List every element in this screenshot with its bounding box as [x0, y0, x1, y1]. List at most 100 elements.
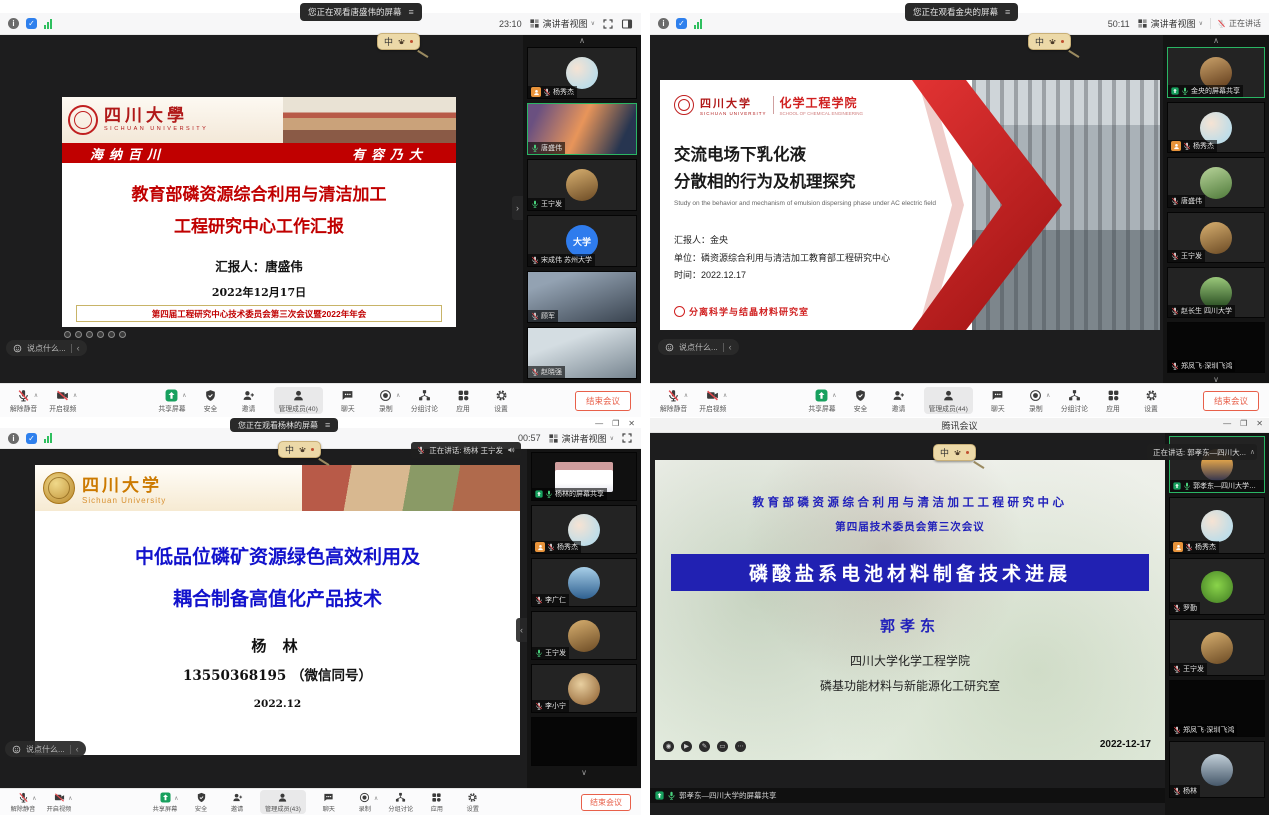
participant-tile[interactable]: 金央的屏幕共享 [1167, 47, 1265, 98]
strip-collapse-handle[interactable]: ‹ [516, 618, 527, 642]
participant-tile[interactable] [531, 717, 637, 766]
participant-tile[interactable]: 顾军 [527, 271, 637, 323]
toolbar-button[interactable]: 安全 [188, 792, 214, 813]
toolbar-button[interactable]: 安全 [198, 389, 224, 413]
toolbar-button[interactable]: ∧ 共享屏幕 [158, 389, 185, 413]
fullscreen-button[interactable] [621, 432, 633, 444]
toolbar-button[interactable]: ∧ 解除静音 [660, 389, 687, 413]
end-meeting-button[interactable]: 结束会议 [575, 391, 631, 411]
strip-collapse-handle[interactable]: › [512, 196, 523, 220]
toolbar-button[interactable]: ∧ 共享屏幕 [152, 792, 178, 813]
participant-tile[interactable]: 唐盛伟 [1167, 157, 1265, 208]
collapse-chat-icon[interactable]: ‹ [76, 744, 79, 754]
toolbar-button[interactable]: 分组讨论 [1061, 389, 1088, 413]
maximize-button[interactable]: ❐ [1240, 419, 1247, 428]
toolbar-button[interactable]: 聊天 [335, 389, 361, 413]
watching-screen-banner[interactable]: 您正在观看唐盛伟的屏幕 ≡ [300, 3, 422, 21]
watching-screen-banner[interactable]: 您正在观看杨林的屏幕 ≡ [230, 418, 338, 432]
toolbar-button[interactable]: ∧ 开启视频 [49, 389, 76, 413]
toolbar-button[interactable]: ∧ 录制 [373, 389, 399, 413]
meeting-security-icon[interactable]: ✓ [676, 18, 687, 29]
participant-tile[interactable]: 李广仁 [531, 558, 637, 607]
participant-tile[interactable]: 唐盛伟 [527, 103, 637, 155]
toolbar-button[interactable]: 安全 [848, 389, 874, 413]
participant-tile[interactable]: 王宁发 [1167, 212, 1265, 263]
toolbar-button[interactable]: ∧ 录制 [352, 792, 378, 813]
meeting-info-icon[interactable]: i [8, 18, 19, 29]
participant-tile[interactable]: 罗勤 [1169, 558, 1265, 615]
meeting-info-icon[interactable]: i [658, 18, 669, 29]
participant-tile[interactable]: 杨林 [1169, 741, 1265, 798]
scroll-up-icon[interactable]: ∧ [527, 34, 637, 47]
participant-tile[interactable]: 王宁发 [531, 611, 637, 660]
chevron-up-icon[interactable]: ∧ [1250, 448, 1255, 456]
dropdown-caret-icon[interactable]: ∧ [182, 392, 186, 399]
close-button[interactable]: ✕ [628, 419, 635, 428]
end-meeting-button[interactable]: 结束会议 [1203, 391, 1259, 411]
meeting-info-icon[interactable]: i [8, 433, 19, 444]
toolbar-button[interactable]: 分组讨论 [388, 792, 414, 813]
minimize-button[interactable]: — [1223, 419, 1231, 428]
toolbar-button[interactable]: 聊天 [985, 389, 1011, 413]
toolbar-button[interactable]: 聊天 [316, 792, 342, 813]
view-mode-button[interactable]: 演讲者视图∨ [1137, 17, 1203, 30]
dropdown-caret-icon[interactable]: ∧ [174, 795, 178, 802]
participant-tile[interactable]: 大学 宋成伟 苏州大学 [527, 215, 637, 267]
toolbar-button[interactable]: 分组讨论 [411, 389, 438, 413]
dropdown-caret-icon[interactable]: ∧ [684, 392, 688, 399]
dropdown-caret-icon[interactable]: ∧ [374, 795, 378, 802]
ime-toolbar[interactable]: 中 [278, 441, 321, 458]
dropdown-caret-icon[interactable]: ∧ [68, 795, 72, 802]
toolbar-button[interactable]: 应用 [450, 389, 476, 413]
toolbar-button[interactable]: 设置 [488, 389, 514, 413]
participant-tile[interactable]: 郑凤飞·深圳飞鸿 [1169, 680, 1265, 737]
fullscreen-button[interactable] [602, 18, 614, 30]
quick-chat-pill[interactable]: 说点什么... ‹ [658, 339, 739, 355]
ime-toolbar[interactable]: 中 [933, 444, 976, 461]
dropdown-caret-icon[interactable]: ∧ [73, 392, 77, 399]
participant-tile[interactable]: 杨秀杰 [527, 47, 637, 99]
meeting-security-icon[interactable]: ✓ [26, 433, 37, 444]
ime-toolbar[interactable]: 中 [1028, 33, 1071, 50]
toolbar-button[interactable]: 邀请 [224, 792, 250, 813]
toolbar-button[interactable]: 设置 [1138, 389, 1164, 413]
minimize-button[interactable]: — [595, 419, 603, 428]
layout-button[interactable] [621, 18, 633, 30]
participant-tile[interactable]: 郑凤飞·深圳飞鸿 [1167, 322, 1265, 373]
toolbar-button[interactable]: 应用 [424, 792, 450, 813]
toolbar-button[interactable]: ∧ 共享屏幕 [808, 389, 835, 413]
view-mode-button[interactable]: 演讲者视图∨ [548, 432, 614, 445]
collapse-chat-icon[interactable]: ‹ [77, 343, 80, 353]
toolbar-button[interactable]: 邀请 [886, 389, 912, 413]
close-button[interactable]: ✕ [1256, 419, 1263, 428]
banner-menu-icon[interactable]: ≡ [325, 420, 330, 430]
toolbar-button[interactable]: ∧ 开启视频 [699, 389, 726, 413]
participant-tile[interactable]: 杨秀杰 [531, 505, 637, 554]
participant-tile[interactable]: 杨秀杰 [1169, 497, 1265, 554]
toolbar-button[interactable]: 应用 [1100, 389, 1126, 413]
toolbar-button[interactable]: 管理成员(43) [260, 790, 306, 814]
participant-tile[interactable]: 赵晓强 [527, 327, 637, 379]
toolbar-button[interactable]: 邀请 [236, 389, 262, 413]
banner-menu-icon[interactable]: ≡ [1005, 7, 1010, 17]
dropdown-caret-icon[interactable]: ∧ [34, 392, 38, 399]
toolbar-button[interactable]: ∧ 解除静音 [10, 792, 36, 813]
participant-tile[interactable]: 李小宁 [531, 664, 637, 713]
toolbar-button[interactable]: ∧ 录制 [1023, 389, 1049, 413]
dropdown-caret-icon[interactable]: ∧ [396, 392, 400, 399]
scroll-down-icon[interactable]: ∨ [531, 766, 637, 779]
collapse-chat-icon[interactable]: ‹ [729, 342, 732, 352]
ime-toolbar[interactable]: 中 [377, 33, 420, 50]
quick-chat-pill[interactable]: 说点什么... ‹ [5, 741, 86, 757]
toolbar-button[interactable]: 管理成员(44) [924, 387, 973, 414]
dropdown-caret-icon[interactable]: ∧ [723, 392, 727, 399]
dropdown-caret-icon[interactable]: ∧ [32, 795, 36, 802]
toolbar-button[interactable]: ∧ 开启视频 [46, 792, 72, 813]
banner-menu-icon[interactable]: ≡ [409, 7, 414, 17]
toolbar-button[interactable]: 设置 [460, 792, 486, 813]
watching-screen-banner[interactable]: 您正在观看金央的屏幕 ≡ [905, 3, 1018, 21]
toolbar-button[interactable]: 管理成员(40) [274, 387, 323, 414]
end-meeting-button[interactable]: 结束会议 [581, 794, 631, 811]
maximize-button[interactable]: ❐ [612, 419, 619, 428]
participant-tile[interactable]: 杨林的屏幕共享 [531, 452, 637, 501]
